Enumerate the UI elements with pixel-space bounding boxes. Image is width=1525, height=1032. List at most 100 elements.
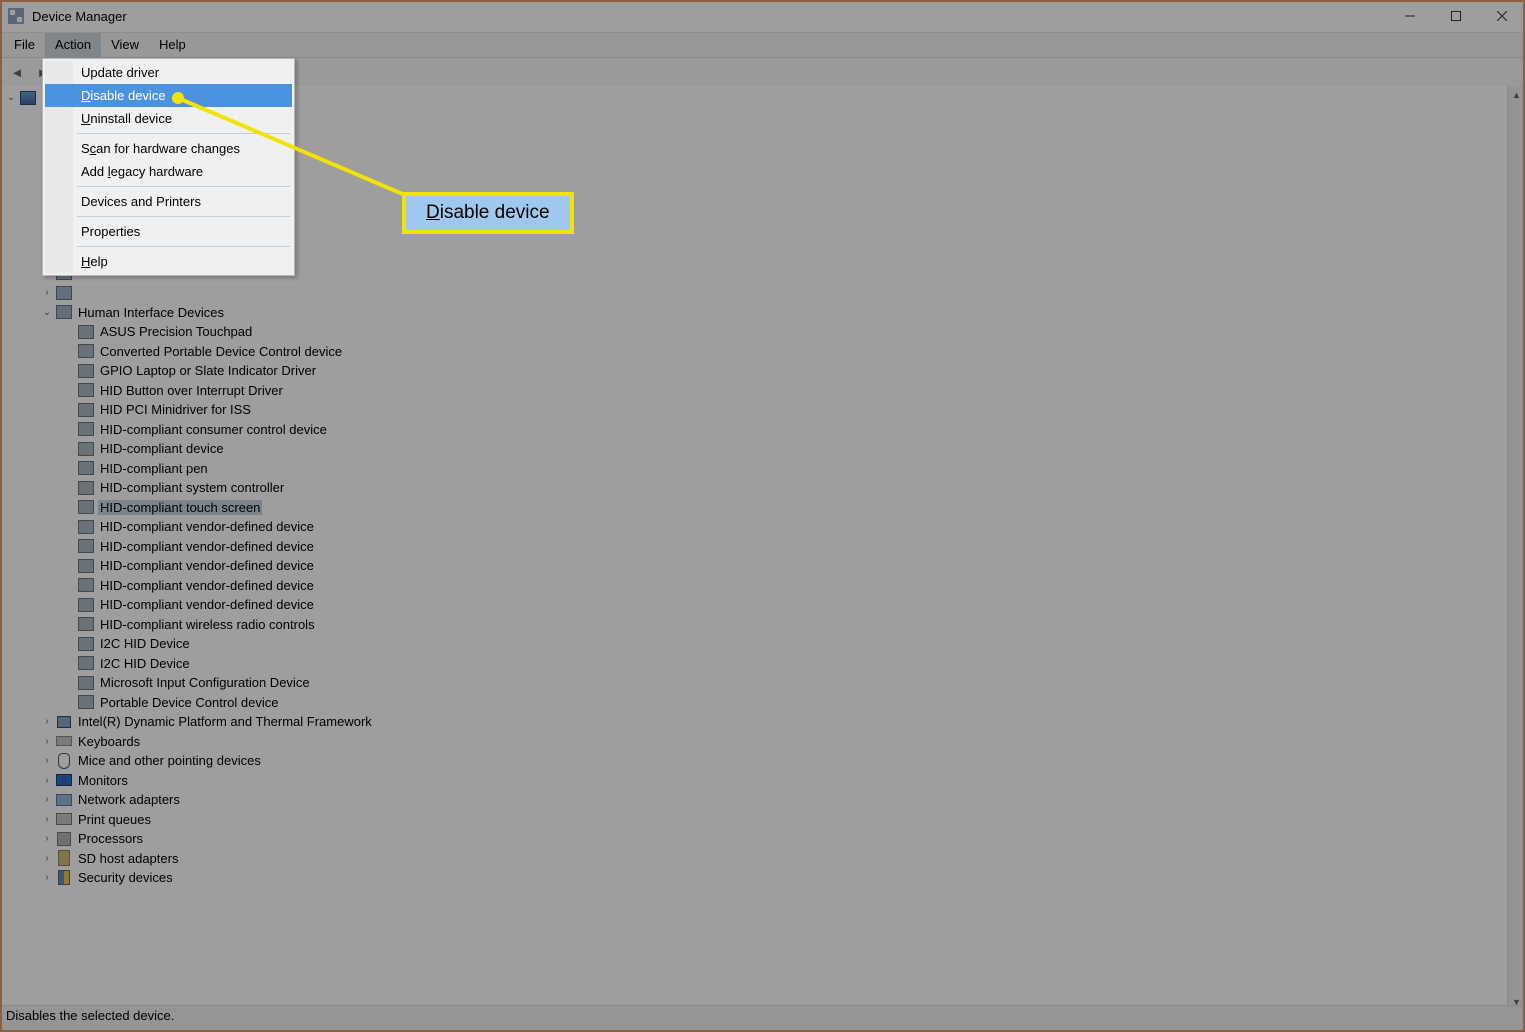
- tree-device[interactable]: Microsoft Input Configuration Device: [0, 673, 1507, 693]
- node-icon: [78, 655, 94, 671]
- node-label: ASUS Precision Touchpad: [98, 324, 254, 339]
- tree-device[interactable]: HID Button over Interrupt Driver: [0, 381, 1507, 401]
- tree-category[interactable]: ›Mice and other pointing devices: [0, 751, 1507, 771]
- node-icon: [56, 285, 72, 301]
- tree-category[interactable]: ›Monitors: [0, 771, 1507, 791]
- tree-category[interactable]: › Intel(R) Dynamic Platform and Thermal F…: [0, 712, 1507, 732]
- node-icon: [78, 499, 94, 515]
- expand-icon[interactable]: ›: [40, 794, 54, 805]
- node-label: I2C HID Device: [98, 636, 192, 651]
- expand-icon[interactable]: ›: [40, 287, 54, 298]
- tree-device[interactable]: Converted Portable Device Control device: [0, 342, 1507, 362]
- node-label: HID-compliant system controller: [98, 480, 286, 495]
- node-icon: [78, 421, 94, 437]
- node-icon: [56, 831, 72, 847]
- tree-device[interactable]: HID-compliant pen: [0, 459, 1507, 479]
- expand-icon[interactable]: ›: [40, 775, 54, 786]
- node-label: Security devices: [76, 870, 175, 885]
- tree-category-collapsed[interactable]: ›: [0, 283, 1507, 303]
- tree-device[interactable]: ASUS Precision Touchpad: [0, 322, 1507, 342]
- tree-device[interactable]: HID-compliant vendor-defined device: [0, 595, 1507, 615]
- tree-device[interactable]: HID-compliant consumer control device: [0, 420, 1507, 440]
- back-icon[interactable]: ◄: [6, 61, 28, 83]
- node-icon: [56, 733, 72, 749]
- tree-device[interactable]: I2C HID Device: [0, 634, 1507, 654]
- menu-item-devices-printers[interactable]: Devices and Printers: [45, 190, 292, 213]
- node-label: HID-compliant pen: [98, 461, 210, 476]
- tree-device[interactable]: HID-compliant touch screen: [0, 498, 1507, 518]
- menu-item-properties[interactable]: Properties: [45, 220, 292, 243]
- tree-category[interactable]: ›Processors: [0, 829, 1507, 849]
- expand-icon[interactable]: ›: [40, 755, 54, 766]
- menu-item-help[interactable]: Help: [45, 250, 292, 273]
- node-icon: [78, 519, 94, 535]
- tree-device[interactable]: HID-compliant device: [0, 439, 1507, 459]
- titlebar: Device Manager: [0, 0, 1525, 33]
- node-icon: [78, 402, 94, 418]
- tree-device[interactable]: HID-compliant vendor-defined device: [0, 556, 1507, 576]
- node-icon: [56, 850, 72, 866]
- expand-icon[interactable]: ⌄: [40, 307, 54, 318]
- menu-separator: [77, 133, 290, 134]
- tree-device[interactable]: Portable Device Control device: [0, 693, 1507, 713]
- tree-device[interactable]: GPIO Laptop or Slate Indicator Driver: [0, 361, 1507, 381]
- expand-icon[interactable]: ›: [40, 833, 54, 844]
- expand-icon[interactable]: ›: [40, 872, 54, 883]
- node-icon: [78, 480, 94, 496]
- tree-device[interactable]: HID-compliant vendor-defined device: [0, 517, 1507, 537]
- tree-device[interactable]: I2C HID Device: [0, 654, 1507, 674]
- vertical-scrollbar[interactable]: ▲ ▼: [1507, 86, 1525, 1010]
- expand-icon[interactable]: ›: [40, 814, 54, 825]
- menu-action[interactable]: Action: [45, 33, 101, 57]
- menu-help[interactable]: Help: [149, 33, 196, 57]
- node-icon: [78, 382, 94, 398]
- tree-device[interactable]: HID PCI Minidriver for ISS: [0, 400, 1507, 420]
- node-icon: [20, 90, 36, 106]
- tree-category[interactable]: › Security devices: [0, 868, 1507, 888]
- node-label: HID-compliant consumer control device: [98, 422, 329, 437]
- tree-category[interactable]: › SD host adapters: [0, 849, 1507, 869]
- window-title: Device Manager: [32, 9, 127, 24]
- menu-item-update-driver[interactable]: Update driver: [45, 61, 292, 84]
- node-label: HID-compliant vendor-defined device: [98, 539, 316, 554]
- node-label: Intel(R) Dynamic Platform and Thermal Fr…: [76, 714, 374, 729]
- menu-item-add-legacy[interactable]: Add legacy hardware: [45, 160, 292, 183]
- node-label: Converted Portable Device Control device: [98, 344, 344, 359]
- node-label: HID-compliant wireless radio controls: [98, 617, 317, 632]
- node-icon: [78, 324, 94, 340]
- tree-category[interactable]: ›Keyboards: [0, 732, 1507, 752]
- expand-icon[interactable]: ›: [40, 853, 54, 864]
- menu-item-disable-device[interactable]: Disable device: [45, 84, 292, 107]
- node-icon: [78, 538, 94, 554]
- node-label: HID-compliant touch screen: [98, 500, 262, 515]
- node-icon: [78, 675, 94, 691]
- tree-device[interactable]: HID-compliant vendor-defined device: [0, 576, 1507, 596]
- close-button[interactable]: [1479, 0, 1525, 32]
- expand-icon[interactable]: ›: [40, 736, 54, 747]
- device-manager-window: Device Manager File Action View Help ◄ ►…: [0, 0, 1525, 1032]
- node-label: HID-compliant vendor-defined device: [98, 578, 316, 593]
- menu-file[interactable]: File: [4, 33, 45, 57]
- action-menu-dropdown: Update driver Disable device Uninstall d…: [42, 58, 295, 276]
- node-icon: [78, 343, 94, 359]
- tree-device[interactable]: HID-compliant wireless radio controls: [0, 615, 1507, 635]
- maximize-button[interactable]: [1433, 0, 1479, 32]
- tree-category[interactable]: › Print queues: [0, 810, 1507, 830]
- tree-category[interactable]: ›Network adapters: [0, 790, 1507, 810]
- tree-category-hid[interactable]: ⌄Human Interface Devices: [0, 303, 1507, 323]
- expand-icon[interactable]: ⌄: [4, 92, 18, 103]
- node-label: GPIO Laptop or Slate Indicator Driver: [98, 363, 318, 378]
- tree-device[interactable]: HID-compliant vendor-defined device: [0, 537, 1507, 557]
- node-icon: [56, 772, 72, 788]
- node-label: Print queues: [76, 812, 153, 827]
- scroll-up-icon[interactable]: ▲: [1508, 86, 1525, 103]
- menu-item-uninstall-device[interactable]: Uninstall device: [45, 107, 292, 130]
- minimize-button[interactable]: [1387, 0, 1433, 32]
- expand-icon[interactable]: ›: [40, 716, 54, 727]
- menu-item-scan-hardware[interactable]: Scan for hardware changes: [45, 137, 292, 160]
- menu-view[interactable]: View: [101, 33, 149, 57]
- tree-device[interactable]: HID-compliant system controller: [0, 478, 1507, 498]
- node-label: Microsoft Input Configuration Device: [98, 675, 312, 690]
- node-icon: [78, 577, 94, 593]
- node-label: SD host adapters: [76, 851, 180, 866]
